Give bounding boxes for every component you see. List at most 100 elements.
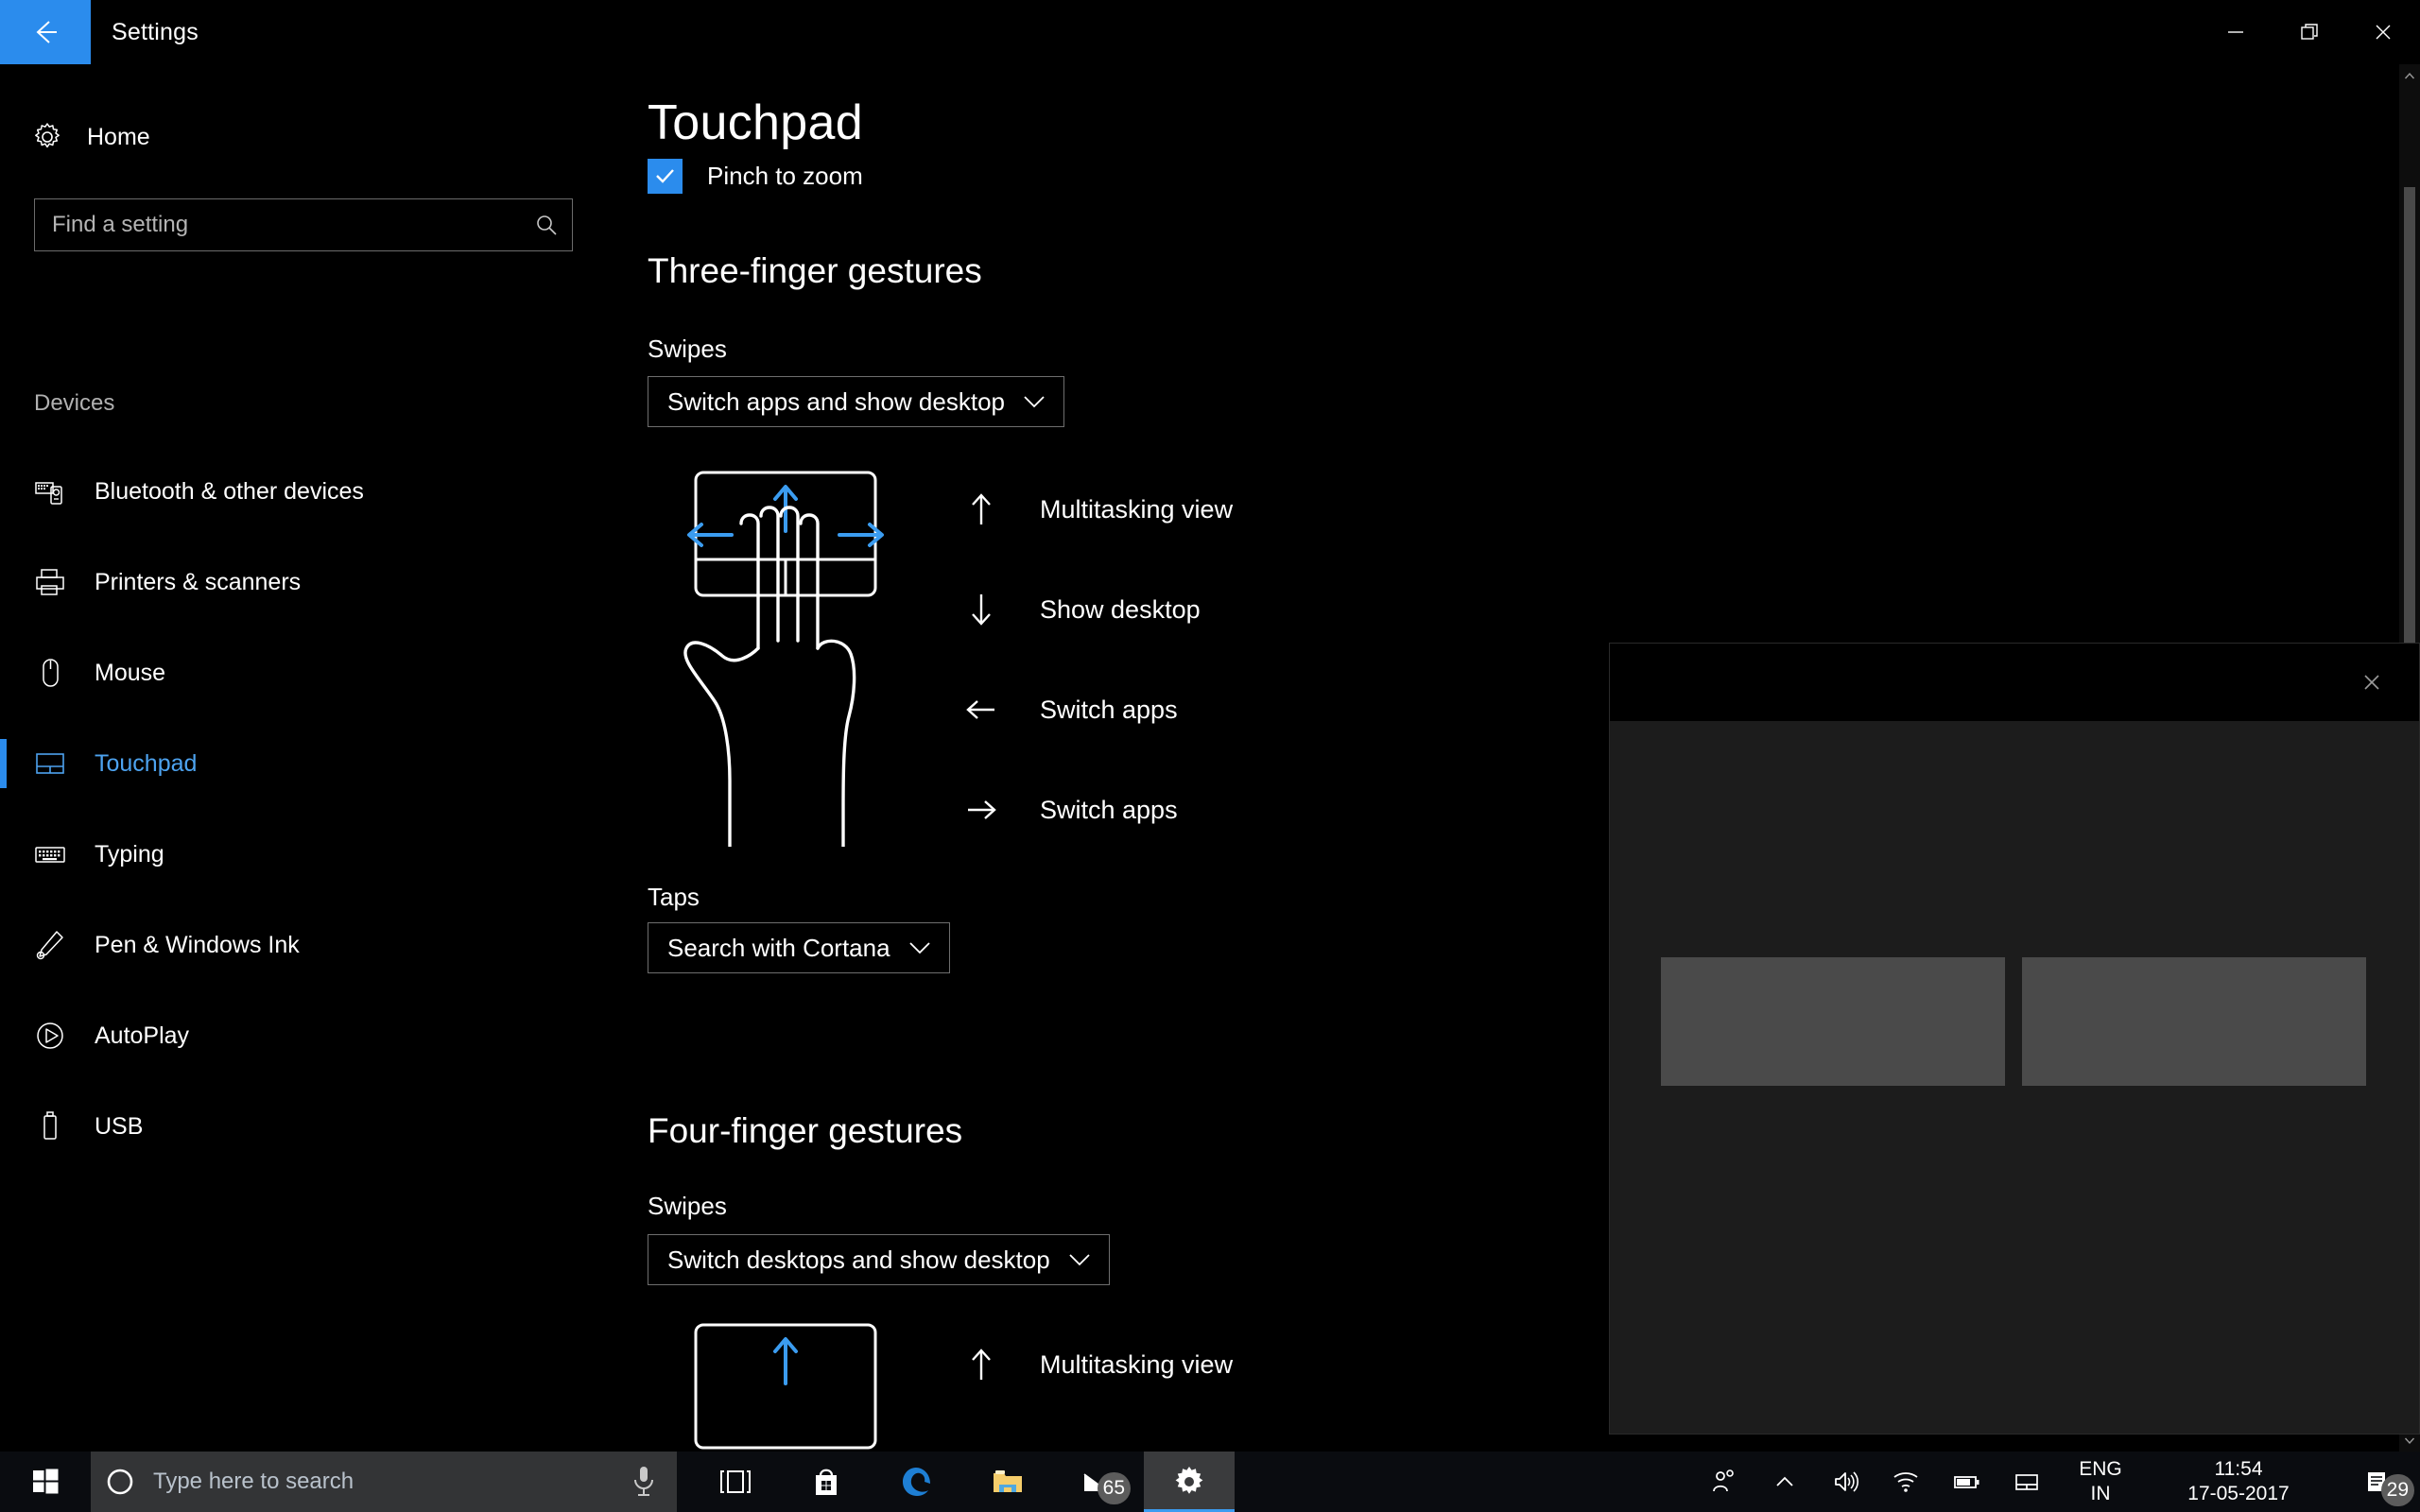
- sidebar-item-autoplay[interactable]: AutoPlay: [0, 990, 605, 1081]
- back-arrow-icon: [36, 21, 57, 43]
- overlay-close-button[interactable]: [2351, 662, 2393, 702]
- sidebar-item-typing[interactable]: Typing: [0, 809, 605, 900]
- people-icon[interactable]: [1694, 1452, 1754, 1512]
- four-finger-swipes-dropdown[interactable]: Switch desktops and show desktop: [648, 1234, 1110, 1285]
- arrow-right-icon: [955, 793, 1008, 827]
- taskbar-search[interactable]: Type here to search: [91, 1452, 677, 1512]
- chevron-down-icon: [1022, 393, 1046, 410]
- dropdown-value: Switch apps and show desktop: [667, 387, 1005, 416]
- taskbar-button-microsoft-edge[interactable]: [872, 1452, 962, 1512]
- search-icon: [521, 213, 572, 237]
- system-tray: ENG IN 11:54 17-05-2017 29: [1694, 1452, 2420, 1512]
- legend-label: Switch apps: [1040, 695, 1178, 724]
- scroll-up-button[interactable]: [2399, 64, 2420, 87]
- overlay-title-bar: [1610, 644, 2419, 721]
- arrow-down-icon: [955, 593, 1008, 627]
- sidebar-item-label: Printers & scanners: [95, 568, 302, 595]
- sidebar-item-pen-windows-ink[interactable]: Pen & Windows Ink: [0, 900, 605, 990]
- three-finger-swipes-dropdown[interactable]: Switch apps and show desktop: [648, 376, 1064, 427]
- legend-item: Show desktop: [955, 559, 1233, 660]
- settings-title-bar: Settings: [0, 0, 2420, 64]
- windows-logo-icon: [33, 1469, 59, 1494]
- volume-icon[interactable]: [1815, 1452, 1876, 1512]
- sidebar-item-label: AutoPlay: [95, 1022, 190, 1049]
- store-bag-icon: [816, 1469, 837, 1495]
- maximize-button[interactable]: [2273, 0, 2346, 64]
- clock[interactable]: 11:54 17-05-2017: [2144, 1452, 2333, 1512]
- overlay-window[interactable]: [1609, 643, 2420, 1435]
- three-finger-heading: Three-finger gestures: [648, 251, 982, 290]
- sidebar-item-label: Touchpad: [95, 749, 198, 777]
- show-hidden-icons-chevron[interactable]: [1754, 1452, 1815, 1512]
- cortana-circle-icon: [91, 1467, 149, 1497]
- sidebar-item-home[interactable]: Home: [21, 110, 569, 164]
- legend-label: Switch apps: [1040, 795, 1178, 824]
- pinch-to-zoom-row[interactable]: Pinch to zoom: [648, 159, 863, 194]
- clock-date: 17-05-2017: [2187, 1483, 2290, 1504]
- minimize-icon: [2228, 31, 2243, 33]
- battery-icon[interactable]: [1936, 1452, 1996, 1512]
- search-input[interactable]: [35, 212, 521, 238]
- mail-badge: 65: [1097, 1472, 1131, 1504]
- gear-icon: [21, 121, 74, 153]
- page-title: Touchpad: [648, 95, 863, 150]
- taskbar-search-placeholder: Type here to search: [153, 1469, 354, 1494]
- restore-icon: [2301, 24, 2318, 40]
- selection-indicator: [0, 739, 7, 788]
- legend-label: Multitasking view: [1040, 1349, 1234, 1379]
- legend-label: Show desktop: [1040, 594, 1201, 624]
- find-a-setting-box[interactable]: [34, 198, 573, 251]
- pinch-to-zoom-checkbox[interactable]: [648, 159, 683, 194]
- sidebar-item-bluetooth-other-devices[interactable]: Bluetooth & other devices: [0, 446, 605, 537]
- taskbar-button-microsoft-store[interactable]: [781, 1452, 872, 1512]
- sidebar-item-touchpad[interactable]: Touchpad: [0, 718, 605, 809]
- sidebar-item-printers-scanners[interactable]: Printers & scanners: [0, 537, 605, 627]
- sidebar-group-label: Devices: [34, 390, 115, 416]
- taskbar-button-mail[interactable]: 65: [1053, 1452, 1144, 1512]
- arrow-up-icon: [955, 492, 1008, 526]
- close-icon: [2376, 25, 2391, 40]
- arrow-left-icon: [955, 693, 1008, 727]
- taskbar-button-settings[interactable]: [1144, 1452, 1235, 1512]
- language-line-1: ENG: [2079, 1457, 2122, 1480]
- language-indicator[interactable]: ENG IN: [2057, 1452, 2144, 1512]
- dropdown-value: Switch desktops and show desktop: [667, 1245, 1050, 1274]
- three-finger-taps-dropdown[interactable]: Search with Cortana: [648, 922, 950, 973]
- bluetooth-devices-icon: [34, 475, 81, 507]
- arrow-up-icon: [955, 1348, 1008, 1382]
- taskbar-button-file-explorer[interactable]: [962, 1452, 1053, 1512]
- task-view-icon: [720, 1470, 751, 1493]
- usb-icon: [34, 1110, 81, 1143]
- four-finger-gesture-illustration: [669, 1321, 915, 1452]
- overlay-tile[interactable]: [2022, 957, 2366, 1086]
- legend-item: Multitasking view: [955, 1314, 1233, 1415]
- legend-item: Switch apps: [955, 660, 1233, 760]
- legend-label: Multitasking view: [1040, 494, 1234, 524]
- overlay-tile[interactable]: [1661, 957, 2005, 1086]
- printer-icon: [34, 566, 81, 598]
- dropdown-value: Search with Cortana: [667, 933, 890, 962]
- checkmark-icon: [656, 169, 674, 183]
- close-button[interactable]: [2346, 0, 2420, 64]
- action-center-button[interactable]: 29: [2333, 1452, 2420, 1512]
- sidebar-item-mouse[interactable]: Mouse: [0, 627, 605, 718]
- four-finger-swipes-label: Swipes: [648, 1192, 727, 1220]
- sidebar-item-label: Mouse: [95, 659, 166, 686]
- minimize-button[interactable]: [2199, 0, 2273, 64]
- microphone-icon[interactable]: [631, 1465, 656, 1503]
- three-finger-swipes-label: Swipes: [648, 335, 727, 363]
- window-controls: [2199, 0, 2420, 64]
- legend-item: Switch apps: [955, 760, 1233, 860]
- sidebar-item-usb[interactable]: USB: [0, 1081, 605, 1172]
- folder-icon: [994, 1470, 1022, 1492]
- sidebar-home-label: Home: [87, 123, 150, 150]
- autoplay-icon: [34, 1020, 81, 1052]
- three-finger-gesture-illustration: [669, 469, 915, 849]
- notification-badge: 29: [2380, 1474, 2414, 1506]
- taskbar-button-task-view[interactable]: [690, 1452, 781, 1512]
- start-button[interactable]: [0, 1452, 91, 1512]
- chevron-down-icon: [1067, 1251, 1092, 1268]
- touchpad-icon[interactable]: [1996, 1452, 2057, 1512]
- back-button[interactable]: [0, 0, 91, 64]
- wifi-icon[interactable]: [1876, 1452, 1936, 1512]
